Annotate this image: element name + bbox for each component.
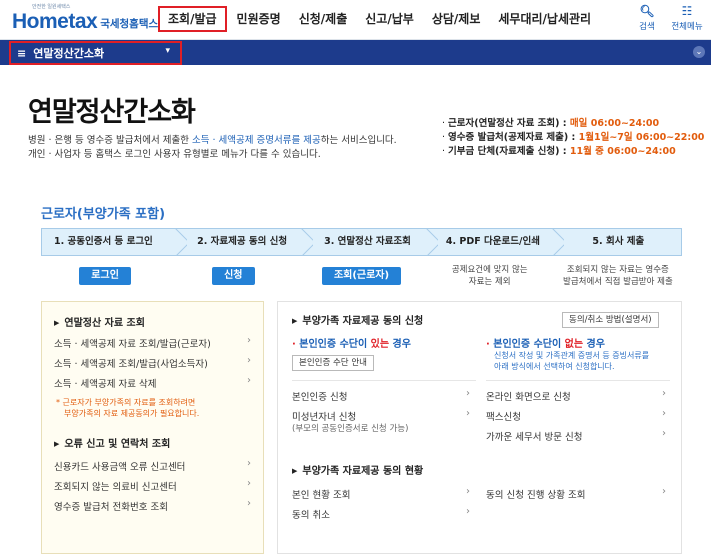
- chevron-right-icon: ›: [247, 375, 251, 386]
- hometax-logo[interactable]: 안전한 일원세택스 Hometax 국세청홈택스: [12, 4, 159, 34]
- consent-guide-button[interactable]: 동의/취소 방법(설명서): [562, 312, 659, 328]
- auth-unavailable-desc: 신청서 작성 및 가족관계 증명서 등 증빙서류를 아래 방식에서 선택하여 신청…: [494, 351, 650, 371]
- minor-apply-note: (부모의 공동인증서로 신청 가능): [292, 424, 409, 434]
- process-steps: 1. 공동인증서 등 로그인 2. 자료제공 동의 신청 3. 연말정산 자료조…: [41, 228, 682, 256]
- all-menu-label: 전체메뉴: [671, 22, 703, 32]
- nav-item-report-pay[interactable]: 신고/납부: [357, 6, 422, 32]
- left-heading-1: ▶ 연말정산 자료 조회: [54, 318, 145, 329]
- step-arrow-icon: [171, 229, 187, 255]
- divider: [292, 380, 476, 381]
- hours-row: · 기부금 단체(자료제출 신청) : 11월 중 06:00~24:00: [442, 146, 676, 157]
- step-consent: 2. 자료제공 동의 신청: [179, 229, 304, 255]
- header-tools: 🔍︎ 검색 ☷ 전체메뉴: [627, 4, 707, 32]
- hours-row: · 영수증 발급처(공제자료 제출) : 1월1일~7일 06:00~22:00: [442, 132, 705, 143]
- login-button[interactable]: 로그인: [79, 267, 131, 285]
- chevron-right-icon: ›: [466, 506, 470, 517]
- top-bar: 안전한 일원세택스 Hometax 국세청홈택스 조회/발급 민원증명 신청/제…: [0, 0, 711, 40]
- link-phone-lookup[interactable]: 영수증 발급처 전화번호 조회: [54, 499, 168, 513]
- link-visit-apply[interactable]: 가까운 세무서 방문 신청: [486, 429, 582, 443]
- nav-item-tax-agent[interactable]: 세무대리/납세관리: [490, 6, 599, 32]
- link-card-error[interactable]: 신용카드 사용금액 오류 신고센터: [54, 459, 185, 473]
- logo-tagline: 안전한 일원세택스: [32, 4, 71, 10]
- chevron-right-icon: ›: [662, 388, 666, 399]
- chevron-right-icon: ›: [466, 388, 470, 399]
- link-business-inquiry[interactable]: 소득 · 세액공제 조회/발급(사업소득자): [54, 356, 208, 370]
- step-arrow-icon: [422, 229, 438, 255]
- link-progress-status[interactable]: 동의 신청 진행 상황 조회: [486, 487, 585, 501]
- chevron-right-icon: ›: [466, 408, 470, 419]
- intro-line-2: 개인 · 사업자 등 홈택스 로그인 사용자 유형별로 메뉴가 다를 수 있습니…: [28, 149, 321, 160]
- logo-text: Hometax: [12, 10, 98, 33]
- search-button[interactable]: 🔍︎ 검색: [627, 4, 667, 32]
- nav-item-consult-report[interactable]: 상담/제보: [424, 6, 489, 32]
- hamburger-icon: ≡: [17, 46, 27, 60]
- all-menu-button[interactable]: ☷ 전체메뉴: [667, 4, 707, 32]
- submit-note: 조회되지 않는 자료는 영수증 발급처에서 직접 발급받아 제출: [563, 265, 673, 287]
- link-worker-inquiry[interactable]: 소득 · 세액공제 자료 조회/발급(근로자): [54, 336, 211, 350]
- triangle-right-icon: ▶: [292, 467, 298, 475]
- chevron-right-icon: ›: [247, 478, 251, 489]
- inquiry-worker-button[interactable]: 조회(근로자): [321, 267, 402, 285]
- logo-sub: 국세청홈택스: [100, 18, 159, 30]
- submenu-label: 연말정산간소화: [33, 47, 105, 60]
- intro-line-1: 병원 · 은행 등 영수증 발급처에서 제출한 소득 · 세액공제 증명서류를 …: [28, 135, 397, 146]
- step-arrow-icon: [548, 229, 564, 255]
- link-medical-report[interactable]: 조회되지 않는 의료비 신고센터: [54, 479, 177, 493]
- triangle-right-icon: ▶: [54, 319, 60, 327]
- divider: [486, 380, 670, 381]
- step-pdf: 4. PDF 다운로드/인쇄: [430, 229, 555, 255]
- link-self-auth-apply[interactable]: 본인인증 신청: [292, 389, 347, 403]
- step-inquiry: 3. 연말정산 자료조회: [305, 229, 430, 255]
- link-data-delete[interactable]: 소득 · 세액공제 자료 삭제: [54, 376, 157, 390]
- step-login: 1. 공동인증서 등 로그인: [42, 229, 179, 255]
- chevron-right-icon: ›: [247, 458, 251, 469]
- link-consent-cancel[interactable]: 동의 취소: [292, 507, 330, 521]
- chevron-right-icon: ›: [662, 428, 666, 439]
- right-heading-2: ▶ 부양가족 자료제공 동의 현황: [292, 466, 424, 477]
- search-label: 검색: [639, 22, 655, 32]
- nav-item-civil-certificate[interactable]: 민원증명: [229, 6, 289, 32]
- caret-down-icon: ▾: [165, 46, 170, 56]
- left-heading-2: ▶ 오류 신고 및 연락처 조회: [54, 439, 171, 450]
- left-panel: ▶ 연말정산 자료 조회 소득 · 세액공제 자료 조회/발급(근로자) › 소득…: [41, 301, 264, 554]
- auth-available-title: · 본인인증 수단이 있는 경우: [292, 339, 411, 350]
- search-icon: 🔍︎: [639, 4, 655, 18]
- step-actions: 로그인 신청 조회(근로자) 공제요건에 맞지 않는 자료는 제외 조회되지 않는…: [41, 262, 682, 290]
- main-nav: 조회/발급 민원증명 신청/제출 신고/납부 상담/제보 세무대리/납세관리: [158, 6, 601, 32]
- chevron-right-icon: ›: [247, 335, 251, 346]
- service-hours: · 근로자(연말정산 자료 조회) : 매일 06:00~24:00 · 영수증…: [442, 117, 704, 159]
- chevron-right-icon: ›: [247, 498, 251, 509]
- auth-unavailable-title: · 본인인증 수단이 없는 경우: [486, 339, 605, 350]
- right-panel: ▶ 부양가족 자료제공 동의 신청 동의/취소 방법(설명서) · 본인인증 수단…: [277, 301, 682, 554]
- step-submit: 5. 회사 제출: [592, 236, 645, 247]
- auth-guide-button[interactable]: 본인인증 수단 안내: [292, 355, 374, 371]
- right-heading-1: ▶ 부양가족 자료제공 동의 신청: [292, 316, 424, 327]
- apply-button[interactable]: 신청: [212, 267, 255, 285]
- dependent-note: * 근로자가 부양가족의 자료를 조회하려면 부양가족의 자료 제공동의가 필요합…: [56, 398, 200, 418]
- link-fax-apply[interactable]: 팩스신청: [486, 409, 521, 423]
- triangle-right-icon: ▶: [54, 440, 60, 448]
- hours-row: · 근로자(연말정산 자료 조회) : 매일 06:00~24:00: [442, 118, 660, 129]
- pdf-note: 공제요건에 맞지 않는 자료는 제외: [451, 265, 528, 287]
- grid-menu-icon: ☷: [681, 4, 693, 18]
- link-self-status[interactable]: 본인 현황 조회: [292, 487, 350, 501]
- nav-item-inquiry-issue[interactable]: 조회/발급: [158, 6, 227, 32]
- section-title: 근로자(부양가족 포함): [41, 207, 166, 222]
- intro-text: 병원 · 은행 등 영수증 발급처에서 제출한 소득 · 세액공제 증명서류를 …: [28, 134, 397, 162]
- link-online-apply[interactable]: 온라인 화면으로 신청: [486, 389, 571, 403]
- step-arrow-icon: [297, 229, 313, 255]
- submenu-dropdown[interactable]: ≡ 연말정산간소화 ▾: [9, 41, 182, 65]
- link-minor-apply[interactable]: 미성년자녀 신청: [292, 409, 356, 423]
- chevron-right-icon: ›: [466, 486, 470, 497]
- chevron-right-icon: ›: [247, 355, 251, 366]
- nav-item-apply-submit[interactable]: 신청/제출: [291, 6, 356, 32]
- chevron-right-icon: ›: [662, 408, 666, 419]
- page-title: 연말정산간소화: [28, 97, 196, 128]
- triangle-right-icon: ▶: [292, 317, 298, 325]
- chevron-right-icon: ›: [662, 486, 666, 497]
- chevron-down-icon[interactable]: ⌄: [693, 46, 705, 58]
